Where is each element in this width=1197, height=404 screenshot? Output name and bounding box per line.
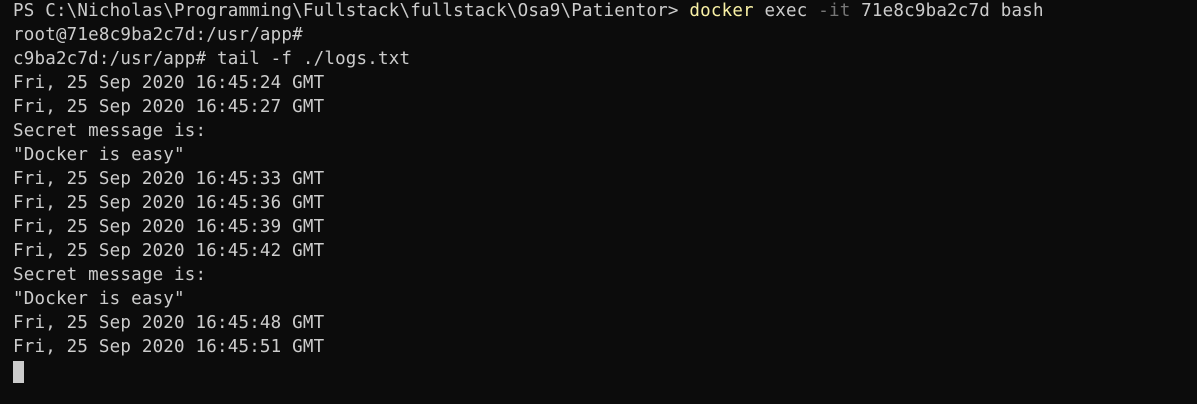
output-line: Fri, 25 Sep 2020 16:45:27 GMT [13,97,325,117]
command-name: docker [689,1,754,21]
output-line: Fri, 25 Sep 2020 16:45:48 GMT [13,313,325,333]
output-line: Fri, 25 Sep 2020 16:45:42 GMT [13,241,325,261]
output-line: Fri, 25 Sep 2020 16:45:24 GMT [13,73,325,93]
output-line: Fri, 25 Sep 2020 16:45:33 GMT [13,169,325,189]
output-line: "Docker is easy" [13,289,185,309]
command-args-tail: 71e8c9ba2c7d bash [850,1,1044,21]
output-line: root@71e8c9ba2c7d:/usr/app# [13,25,303,45]
prompt-line: PS C:\Nicholas\Programming\Fullstack\ful… [13,0,1197,23]
output-line: Fri, 25 Sep 2020 16:45:39 GMT [13,217,325,237]
command-flag: -it [818,1,851,21]
output-line: Fri, 25 Sep 2020 16:45:51 GMT [13,337,325,357]
prompt-text: PS C:\Nicholas\Programming\Fullstack\ful… [13,1,690,21]
terminal-window[interactable]: PS C:\Nicholas\Programming\Fullstack\ful… [0,0,1197,403]
cursor-line [13,359,1197,383]
command-args: exec [753,1,819,21]
output-line: "Docker is easy" [13,145,185,165]
output-line: c9ba2c7d:/usr/app# tail -f ./logs.txt [13,49,411,69]
text-cursor [13,361,24,383]
output-line: Secret message is: [13,121,207,141]
output-line: Secret message is: [13,265,207,285]
output-line: Fri, 25 Sep 2020 16:45:36 GMT [13,193,325,213]
